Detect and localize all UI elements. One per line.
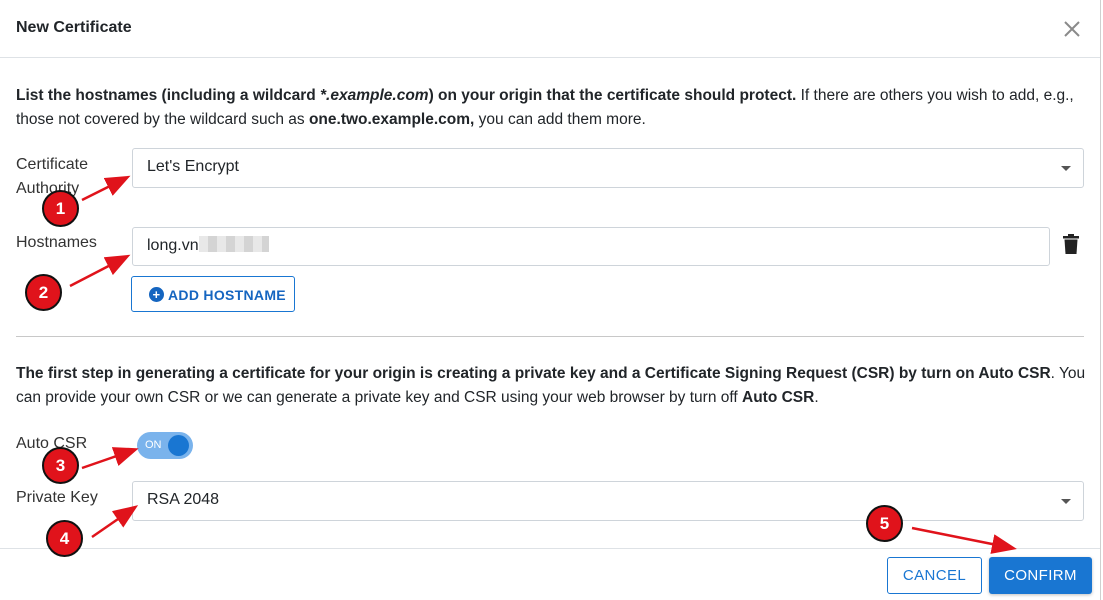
arrow-2	[69, 254, 131, 288]
arrow-3	[81, 447, 139, 470]
step-marker-5: 5	[866, 505, 903, 542]
step-marker-1: 1	[42, 190, 79, 227]
annotation-arrows	[69, 175, 1017, 554]
arrow-1	[81, 175, 131, 202]
step-marker-2: 2	[25, 274, 62, 311]
arrow-5	[911, 526, 1017, 554]
arrow-4	[91, 505, 139, 539]
step-marker-3: 3	[42, 447, 79, 484]
step-marker-4: 4	[46, 520, 83, 557]
